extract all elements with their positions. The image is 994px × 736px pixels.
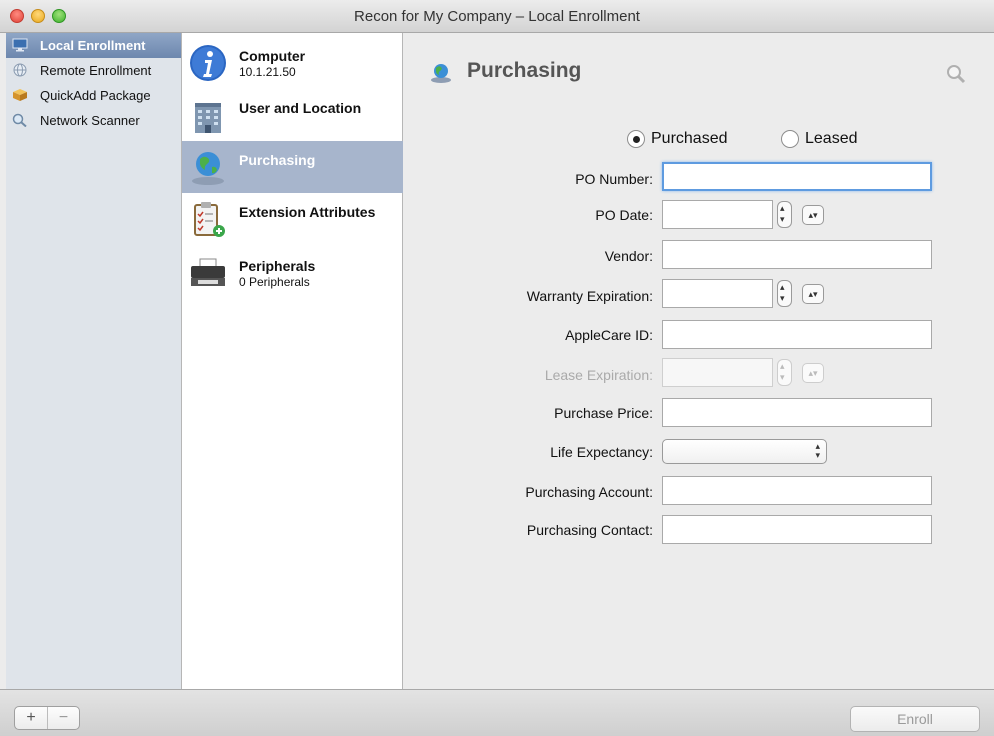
sidebar-item-label: Network Scanner xyxy=(40,113,140,128)
lease-expiration-label: Lease Expiration: xyxy=(544,367,653,383)
sidebar-item-remote-enrollment[interactable]: Remote Enrollment xyxy=(6,58,181,83)
chevron-updown-icon: ▴ ▾ xyxy=(815,441,820,460)
warranty-expiration-stepper[interactable] xyxy=(777,280,792,307)
purchased-radio[interactable] xyxy=(627,130,645,148)
po-date-field[interactable] xyxy=(662,200,773,229)
applecare-id-field[interactable] xyxy=(662,320,932,349)
monitor-icon xyxy=(12,38,28,52)
purchasing-contact-field[interactable] xyxy=(662,515,932,544)
window-title: Recon for My Company – Local Enrollment xyxy=(354,8,640,25)
leased-radio[interactable] xyxy=(781,130,799,148)
add-remove-segmented-control: + − xyxy=(14,706,80,730)
warranty-expiration-field[interactable] xyxy=(662,279,773,308)
sidebar-item-local-enrollment[interactable]: Local Enrollment xyxy=(6,33,181,58)
purchasing-account-label: Purchasing Account: xyxy=(525,484,653,500)
vendor-field[interactable] xyxy=(662,240,932,269)
purchasing-contact-label: Purchasing Contact: xyxy=(526,522,653,538)
source-list: Local Enrollment Remote Enrollment Quick… xyxy=(6,33,182,689)
clipboard-icon xyxy=(194,202,225,237)
package-icon xyxy=(13,89,27,101)
globe-icon xyxy=(431,64,451,83)
recon-window: Recon for My Company – Local Enrollment … xyxy=(0,0,994,736)
leased-radio-label: Leased xyxy=(805,130,858,147)
purchasing-account-field[interactable] xyxy=(662,476,932,505)
category-title: Peripherals xyxy=(239,258,316,274)
sidebar-item-network-scanner[interactable]: Network Scanner xyxy=(6,108,181,133)
life-expectancy-select[interactable]: ▴ ▾ xyxy=(662,439,827,464)
building-icon xyxy=(195,103,221,133)
category-title: Extension Attributes xyxy=(239,204,376,220)
purchase-price-label: Purchase Price: xyxy=(554,405,653,421)
sidebar-item-label: Remote Enrollment xyxy=(40,63,152,78)
category-item-extension-attributes[interactable]: Extension Attributes xyxy=(182,193,403,245)
po-date-label: PO Date: xyxy=(595,207,653,223)
purchased-radio-label: Purchased xyxy=(651,130,728,147)
lease-expiration-picker-button: ▴▾ xyxy=(802,363,824,383)
category-list: Computer 10.1.21.50 User and Location Pu… xyxy=(182,33,403,689)
po-date-stepper[interactable] xyxy=(777,201,792,228)
add-button[interactable]: + xyxy=(15,707,48,729)
vendor-label: Vendor: xyxy=(604,248,653,264)
printer-icon xyxy=(191,258,225,286)
category-subtitle: 0 Peripherals xyxy=(239,275,310,289)
sidebar-item-quickadd-package[interactable]: QuickAdd Package xyxy=(6,83,181,108)
lease-expiration-stepper xyxy=(777,359,792,386)
category-title: Purchasing xyxy=(239,152,316,168)
globe-icon xyxy=(192,152,224,185)
purchase-price-field[interactable] xyxy=(662,398,932,427)
category-title: Computer xyxy=(239,48,306,64)
bottom-toolbar: + − Enroll xyxy=(0,689,994,736)
category-item-purchasing[interactable]: Purchasing xyxy=(182,141,403,193)
po-date-picker-button[interactable]: ▴▾ xyxy=(802,205,824,225)
warranty-expiration-label: Warranty Expiration: xyxy=(526,288,653,304)
category-item-computer[interactable]: Computer 10.1.21.50 xyxy=(182,37,403,89)
category-item-peripherals[interactable]: Peripherals 0 Peripherals xyxy=(182,247,403,299)
search-icon[interactable] xyxy=(945,63,967,85)
category-title: User and Location xyxy=(239,100,362,116)
po-number-field[interactable] xyxy=(662,162,932,191)
life-expectancy-label: Life Expectancy: xyxy=(550,444,653,460)
enroll-button[interactable]: Enroll xyxy=(850,706,980,732)
sidebar-item-label: Local Enrollment xyxy=(40,38,146,53)
category-item-user-and-location[interactable]: User and Location xyxy=(182,89,403,141)
magnifier-icon xyxy=(12,113,27,127)
purchasing-pane: Purchasing Purchased Leased PO Number: P… xyxy=(403,33,994,689)
info-icon xyxy=(190,45,226,81)
page-title: Purchasing xyxy=(467,59,582,82)
remove-button[interactable]: − xyxy=(48,707,79,729)
po-number-label: PO Number: xyxy=(575,171,653,187)
lease-expiration-field xyxy=(662,358,773,387)
applecare-id-label: AppleCare ID: xyxy=(565,327,653,343)
sidebar-item-label: QuickAdd Package xyxy=(40,88,151,103)
title-bar: Recon for My Company – Local Enrollment xyxy=(0,0,994,33)
globe-icon xyxy=(13,63,27,77)
category-subtitle: 10.1.21.50 xyxy=(239,65,296,79)
warranty-expiration-picker-button[interactable]: ▴▾ xyxy=(802,284,824,304)
